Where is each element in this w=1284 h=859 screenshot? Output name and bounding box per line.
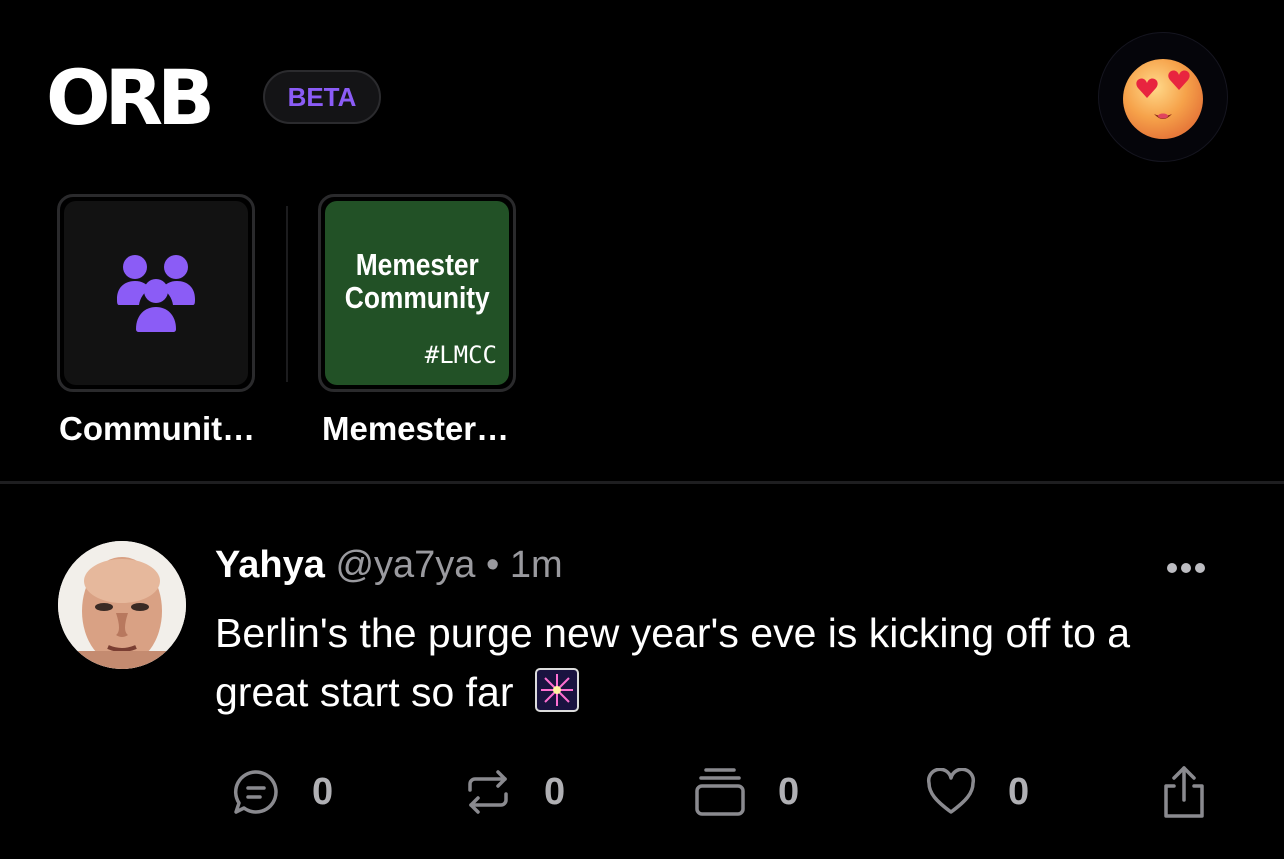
community-tile-memester[interactable]: Memester Community #LMCC: [318, 194, 516, 392]
community-divider: [286, 206, 288, 382]
like-button[interactable]: 0: [926, 764, 1029, 820]
like-count: 0: [1008, 770, 1030, 813]
comment-button[interactable]: 0: [232, 764, 333, 820]
collect-count: 0: [778, 770, 800, 813]
comment-count: 0: [312, 770, 334, 813]
comment-icon: [233, 770, 278, 814]
share-button[interactable]: [1160, 764, 1208, 820]
post-author-avatar[interactable]: [58, 541, 186, 669]
collect-button[interactable]: 0: [694, 764, 799, 820]
beta-badge: BETA: [263, 70, 381, 124]
memester-cover-line2: Community: [344, 280, 490, 315]
author-photo: [58, 541, 186, 669]
more-dots-icon: [1167, 563, 1205, 573]
post-text: Berlin's the purge new year's eve is kic…: [215, 610, 1131, 715]
heart-eyes-emoji-icon: [1123, 59, 1203, 139]
profile-avatar-button[interactable]: [1098, 32, 1228, 162]
post-more-button[interactable]: [1164, 556, 1208, 580]
post-author-name[interactable]: Yahya: [215, 544, 325, 586]
memester-cover-tag: #LMCC: [424, 341, 497, 369]
post-meta-separator: •: [485, 544, 500, 586]
post-header: Yahya @ya7ya • 1m: [215, 540, 563, 590]
post-author-handle[interactable]: @ya7ya: [335, 544, 475, 586]
memester-cover: Memester Community #LMCC: [325, 201, 509, 385]
community-label-memester[interactable]: Memester…: [322, 410, 509, 448]
app-screen: ORB BETA Memester Community #LMCC Commun…: [0, 0, 1284, 859]
heart-icon: [926, 768, 976, 814]
repost-button[interactable]: 0: [464, 764, 565, 820]
post-timestamp: 1m: [509, 544, 563, 586]
repost-icon: [468, 770, 508, 814]
community-tile-inner: [64, 201, 248, 385]
orb-logo[interactable]: ORB: [46, 58, 215, 138]
community-people-icon: [117, 255, 195, 332]
community-tile-communities[interactable]: [57, 194, 255, 392]
repost-count: 0: [544, 770, 566, 813]
memester-cover-title: Memester Community: [345, 248, 490, 314]
section-divider: [0, 481, 1284, 484]
community-label-communities[interactable]: Communit…: [59, 410, 255, 448]
stack-icon: [695, 768, 745, 816]
post-body: Berlin's the purge new year's eve is kic…: [215, 604, 1225, 722]
fireworks-icon: [534, 668, 579, 712]
share-icon: [1164, 766, 1204, 818]
memester-cover-line1: Memester: [355, 247, 479, 282]
